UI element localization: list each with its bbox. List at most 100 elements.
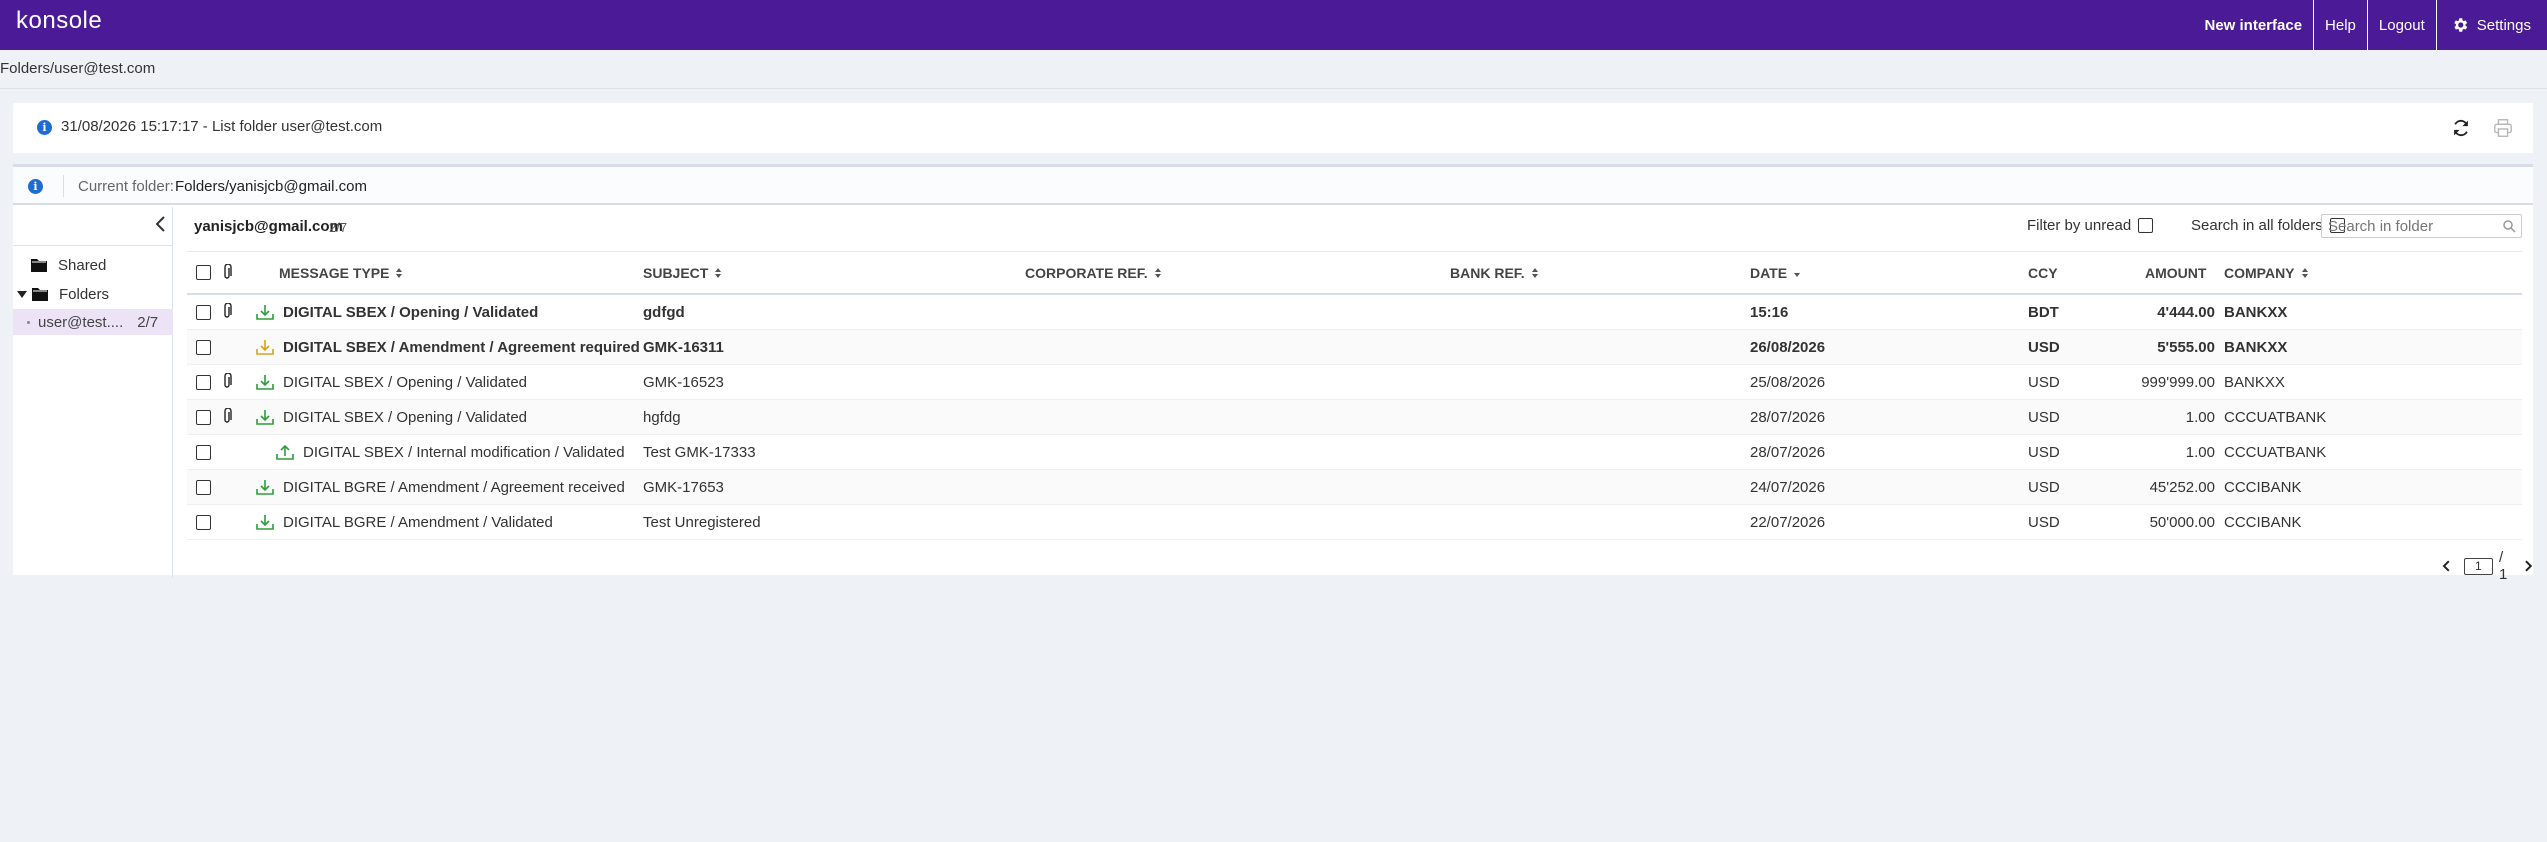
bullet (27, 320, 30, 324)
cell-subject: GMK-16311 (643, 339, 724, 356)
row-checkbox[interactable] (196, 480, 211, 495)
cell-subject: GMK-17653 (643, 479, 724, 496)
info-icon: i (28, 179, 43, 194)
page-total: / 1 (2499, 549, 2508, 583)
filter-unread-label: Filter by unread (2027, 217, 2132, 234)
cell-ccy: USD (2028, 514, 2060, 531)
cell-amount: 1.00 (2185, 409, 2215, 426)
page-number-input[interactable]: 1 (2463, 557, 2493, 575)
cell-subject: Test Unregistered (643, 514, 761, 531)
logout-link[interactable]: Logout (2366, 0, 2436, 50)
column-header-message-type[interactable]: MESSAGE TYPE (279, 265, 403, 281)
cell-company: BANKXX (2224, 304, 2288, 321)
refresh-icon[interactable] (2450, 117, 2472, 139)
table-row[interactable]: DIGITAL SBEX / Amendment / Agreement req… (187, 330, 2522, 365)
tree-item-folders[interactable]: Folders (13, 281, 173, 307)
filter-unread-toggle[interactable]: Filter by unread (2027, 217, 2154, 234)
sort-icon (1531, 268, 1538, 278)
table-row[interactable]: DIGITAL SBEX / Opening / Validated hgfdg 2… (187, 400, 2522, 435)
settings-link[interactable]: Settings (2435, 0, 2547, 50)
top-bar: konsole New interface Help Logout Settin… (0, 0, 2547, 50)
tree-item-shared[interactable]: Shared (13, 252, 173, 278)
tree-item-label: Folders (59, 285, 110, 303)
cell-message-type: DIGITAL SBEX / Internal modification / V… (303, 444, 625, 461)
pagination: 1 / 1 (2442, 549, 2533, 583)
current-folder-value: Folders/yanisjcb@gmail.com (175, 178, 367, 195)
table-row[interactable]: DIGITAL SBEX / Opening / Validated GMK-16… (187, 365, 2522, 400)
table-row[interactable]: DIGITAL SBEX / Opening / Validated gdfgd 1… (187, 295, 2522, 330)
filter-unread-checkbox[interactable] (2138, 218, 2154, 233)
table-row[interactable]: DIGITAL BGRE / Amendment / Validated Test… (187, 505, 2522, 540)
download-icon (256, 340, 274, 355)
cell-ccy: USD (2028, 444, 2060, 461)
column-header-bank-ref[interactable]: BANK REF. (1450, 265, 1539, 281)
column-label: MESSAGE TYPE (279, 265, 390, 281)
select-all-checkbox[interactable] (196, 265, 211, 280)
cell-ccy: USD (2028, 339, 2060, 356)
search-icon[interactable] (2502, 219, 2516, 233)
cell-date: 24/07/2026 (1750, 479, 1826, 496)
column-label: SUBJECT (643, 265, 709, 281)
current-folder-bar: i Current folder: Folders/yanisjcb@gmail… (13, 167, 2533, 205)
row-checkbox[interactable] (196, 515, 211, 530)
column-header-corporate-ref[interactable]: CORPORATE REF. (1025, 265, 1162, 281)
cell-date: 26/08/2026 (1750, 339, 1826, 356)
new-interface-link[interactable]: New interface (2194, 0, 2314, 50)
cell-amount: 4'444.00 (2157, 304, 2215, 321)
cell-company: BANKXX (2224, 374, 2285, 391)
row-checkbox[interactable] (196, 375, 211, 390)
cell-subject: gdfgd (643, 304, 685, 321)
message-list-area: yanisjcb@gmail.com 2/7 Filter by unread … (174, 207, 2533, 583)
cell-date: 25/08/2026 (1750, 374, 1826, 391)
cell-subject: hgfdg (643, 409, 681, 426)
download-icon (256, 480, 274, 495)
sort-icon (396, 268, 403, 278)
row-checkbox[interactable] (196, 305, 211, 320)
settings-label: Settings (2476, 16, 2531, 34)
cell-amount: 50'000.00 (2149, 514, 2215, 531)
tree-item-label: Shared (58, 256, 107, 274)
app-logo[interactable]: konsole (16, 7, 102, 35)
account-name: yanisjcb@gmail.com (194, 218, 343, 235)
cell-company: CCCIBANK (2224, 514, 2302, 531)
column-header-date[interactable]: DATE (1750, 265, 1801, 281)
cell-company: CCCUATBANK (2224, 409, 2327, 426)
column-label: BANK REF. (1450, 265, 1525, 281)
expand-caret-icon[interactable] (17, 290, 27, 298)
download-icon (256, 410, 274, 425)
column-header-subject[interactable]: SUBJECT (643, 265, 722, 281)
paperclip-icon (224, 408, 232, 423)
cell-amount: 45'252.00 (2149, 479, 2215, 496)
help-link[interactable]: Help (2313, 0, 2367, 50)
info-message: 31/08/2026 15:17:17 - List folder user@t… (61, 118, 383, 135)
next-page-icon[interactable] (2523, 559, 2533, 573)
download-icon (256, 305, 274, 320)
search-all-folders-label: Search in all folders (2191, 217, 2323, 234)
paperclip-icon (224, 373, 232, 388)
column-header-ccy[interactable]: CCY (2028, 265, 2058, 281)
row-checkbox[interactable] (196, 410, 211, 425)
column-label: AMOUNT (2145, 265, 2207, 281)
collapse-sidebar-icon[interactable] (153, 215, 169, 233)
cell-date: 28/07/2026 (1750, 444, 1826, 461)
cell-message-type: DIGITAL SBEX / Opening / Validated (283, 409, 528, 426)
cell-message-type: DIGITAL SBEX / Amendment / Agreement req… (283, 339, 640, 356)
print-icon[interactable] (2492, 117, 2514, 139)
table-row[interactable]: DIGITAL BGRE / Amendment / Agreement rec… (187, 470, 2522, 505)
breadcrumb-divider (0, 88, 2547, 89)
cell-company: CCCIBANK (2224, 479, 2302, 496)
tree-item-label: user@test.... (38, 313, 124, 331)
prev-page-icon[interactable] (2442, 559, 2452, 573)
folder-icon (31, 259, 47, 272)
table-row[interactable]: DIGITAL SBEX / Internal modification / V… (187, 435, 2522, 470)
row-checkbox[interactable] (196, 340, 211, 355)
row-checkbox[interactable] (196, 445, 211, 460)
sort-icon (715, 268, 722, 278)
column-label: DATE (1750, 265, 1788, 281)
tree-item-user-folder[interactable]: user@test.... 2/7 (13, 309, 173, 335)
sort-icon (2301, 268, 2308, 278)
column-header-company[interactable]: COMPANY (2224, 265, 2309, 281)
column-header-amount[interactable]: AMOUNT (2145, 265, 2206, 281)
search-input[interactable] (2322, 215, 2492, 237)
cell-amount: 1.00 (2185, 444, 2215, 461)
